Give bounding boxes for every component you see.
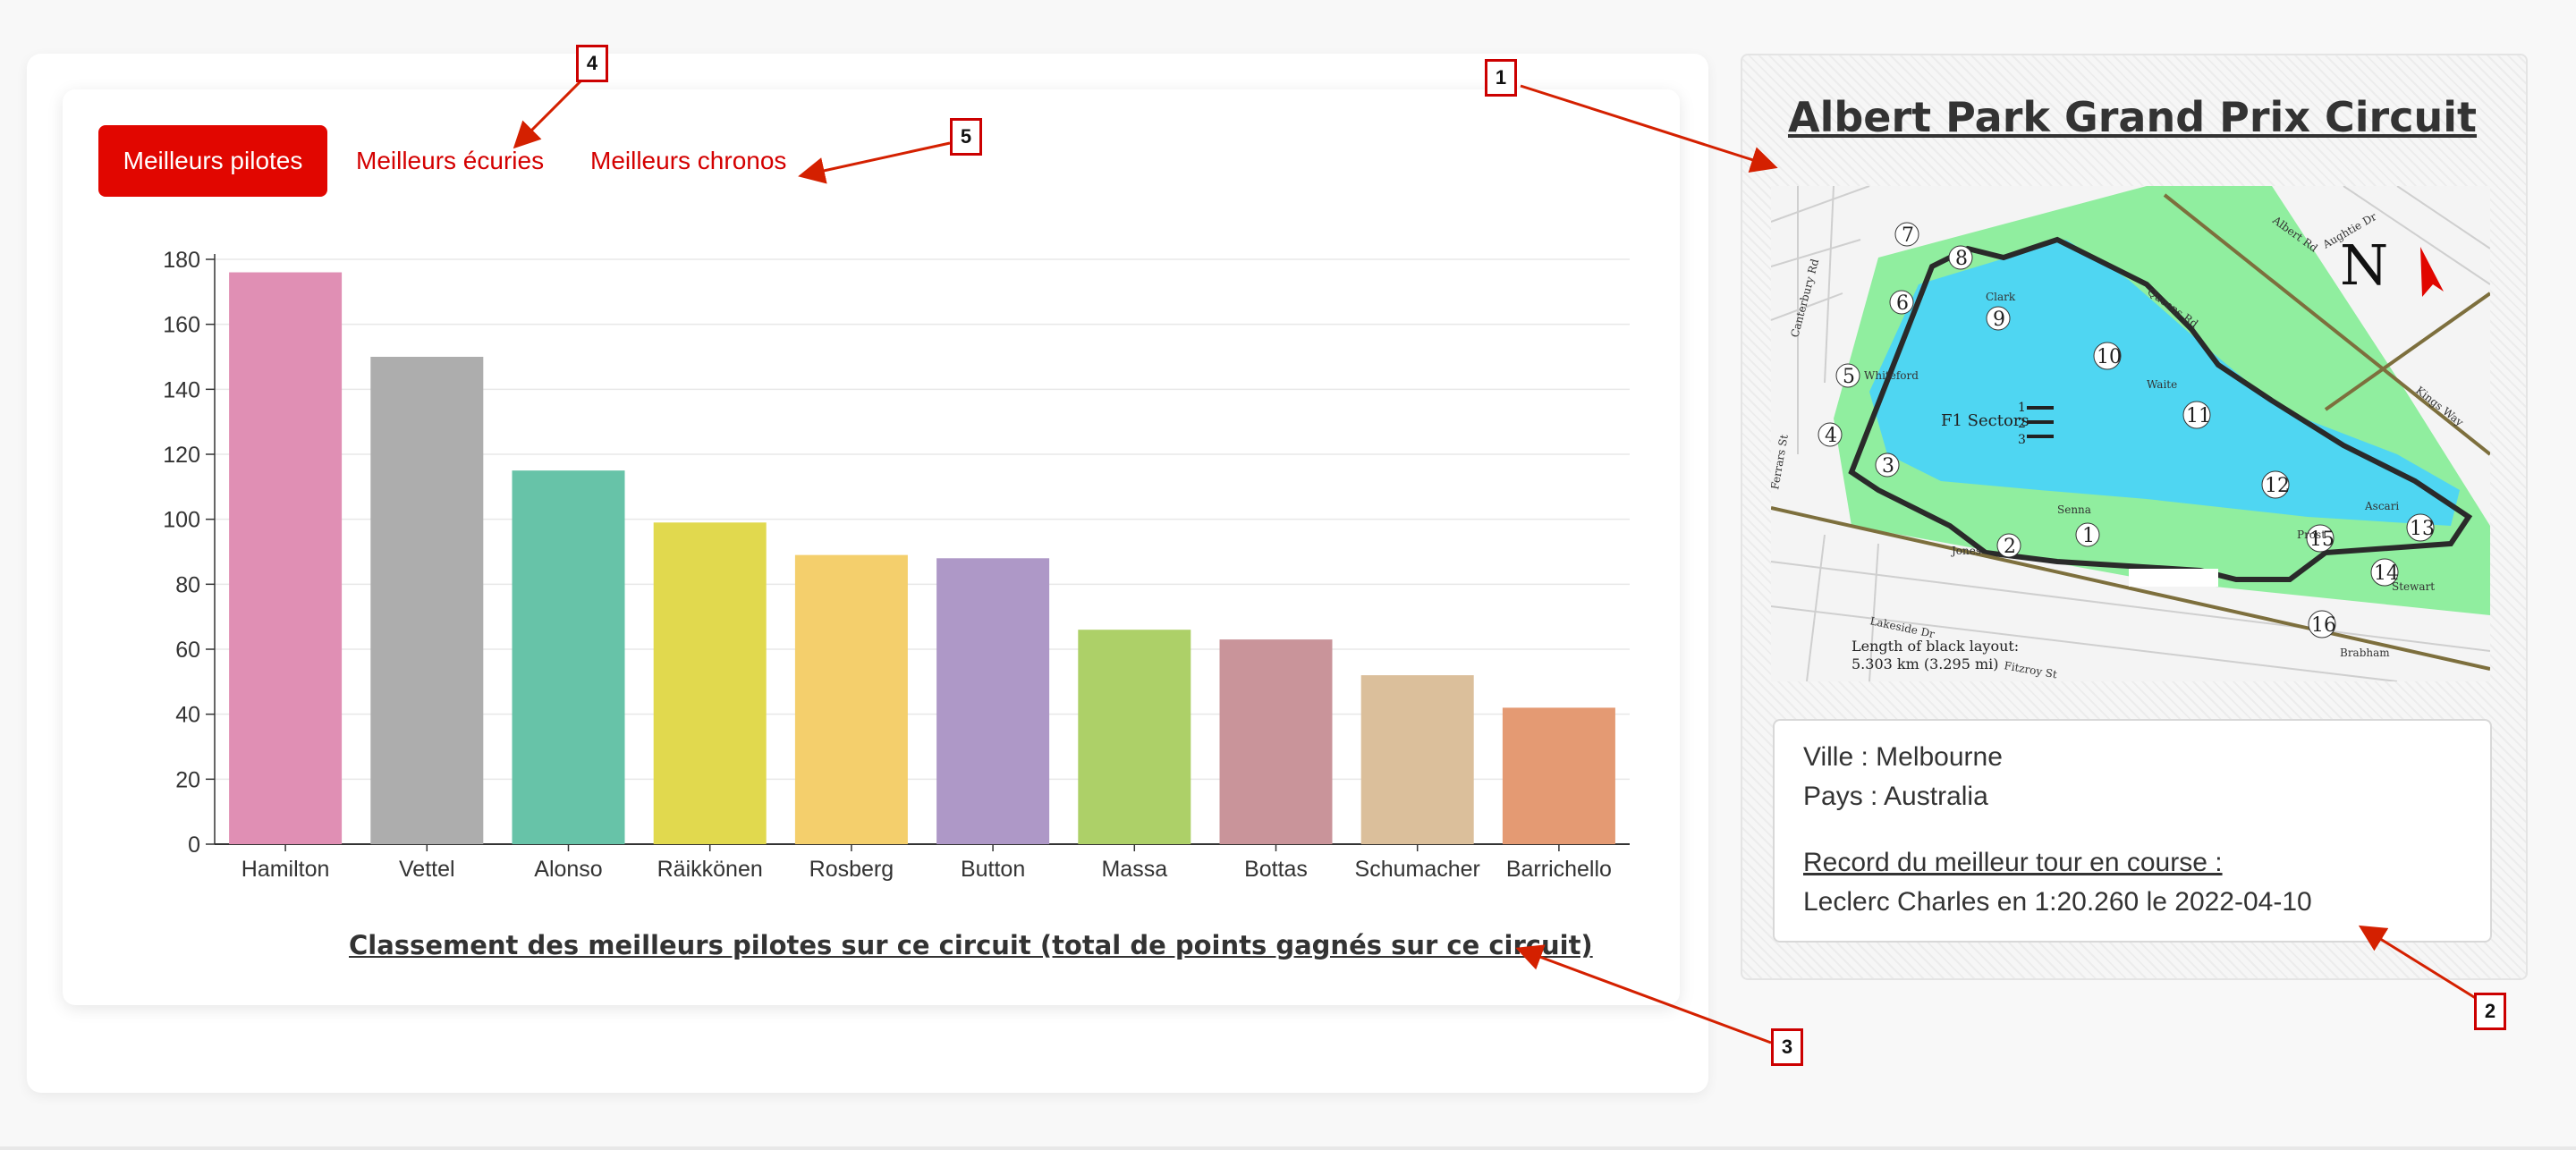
circuit-map: 1 2 3 4 5 6 7 8 9 10 11 12 13 14 15 16 N… (1771, 186, 2490, 681)
svg-text:Waite: Waite (2147, 378, 2177, 391)
bar (370, 357, 484, 844)
y-tick-label: 0 (188, 833, 200, 858)
x-tick-label: Räikkönen (657, 857, 763, 882)
y-tick-label: 80 (175, 572, 200, 597)
x-tick-label: Massa (1101, 857, 1167, 882)
svg-text:5: 5 (1843, 366, 1855, 388)
corner-6: 6 (1889, 290, 1914, 315)
bar (1360, 675, 1474, 844)
corner-1: 1 (2075, 522, 2100, 547)
corner-12: 12 (2261, 470, 2290, 499)
y-tick-label: 20 (175, 767, 200, 792)
svg-text:1: 1 (2018, 401, 2026, 415)
bar (512, 470, 625, 844)
y-tick-label: 120 (163, 443, 200, 468)
corner-5: 5 (1835, 363, 1860, 388)
svg-text:1: 1 (2082, 525, 2095, 547)
lap-record-label: Record du meilleur tour en course : (1803, 848, 2223, 877)
callout-5: 5 (950, 118, 982, 156)
svg-text:Prost: Prost (2297, 528, 2326, 541)
pit-building (2129, 569, 2218, 587)
svg-text:Jones: Jones (1950, 545, 1981, 557)
svg-text:10: 10 (2097, 346, 2122, 368)
circuit-info-box: Ville : Melbourne Pays : Australia Recor… (1773, 719, 2492, 943)
page-bottom-border (0, 1146, 2576, 1150)
x-tick-label: Schumacher (1355, 857, 1480, 882)
circuit-title: Albert Park Grand Prix Circuit (1787, 93, 2477, 141)
svg-text:6: 6 (1896, 292, 1909, 315)
bar (936, 558, 1050, 844)
callout-4: 4 (576, 45, 608, 82)
svg-text:Senna: Senna (2057, 503, 2091, 516)
sectors-label: F1 Sectors (1941, 411, 2029, 430)
svg-text:3: 3 (1882, 455, 1894, 478)
corner-16: 16 (2308, 610, 2336, 638)
bar (653, 522, 767, 844)
y-tick-label: 60 (175, 638, 200, 663)
corner-3: 3 (1875, 452, 1900, 478)
svg-text:12: 12 (2265, 475, 2290, 497)
svg-text:8: 8 (1955, 248, 1968, 270)
svg-text:Ascari: Ascari (2364, 500, 2399, 512)
layout-length-value: 5.303 km (3.295 mi) (1852, 655, 1999, 672)
x-tick-label: Button (961, 857, 1025, 882)
x-tick-label: Bottas (1244, 857, 1308, 882)
x-tick-label: Hamilton (242, 857, 330, 882)
svg-text:Brabham: Brabham (2340, 647, 2390, 659)
north-label: N (2340, 233, 2388, 298)
bar (1078, 630, 1191, 844)
y-tick-label: 40 (175, 703, 200, 728)
circuit-map-image: 1 2 3 4 5 6 7 8 9 10 11 12 13 14 15 16 N… (1771, 186, 2490, 681)
svg-text:Clark: Clark (1986, 291, 2016, 303)
corner-10: 10 (2093, 342, 2122, 370)
svg-text:Stewart: Stewart (2392, 580, 2435, 593)
bar (1219, 639, 1333, 844)
x-tick-label: Vettel (399, 857, 455, 882)
x-tick-label: Alonso (534, 857, 602, 882)
y-tick-label: 100 (163, 508, 200, 533)
bar (229, 272, 343, 844)
svg-text:Whiteford: Whiteford (1864, 369, 1919, 382)
x-tick-label: Barrichello (1506, 857, 1612, 882)
svg-text:4: 4 (1825, 425, 1837, 447)
callout-3: 3 (1771, 1028, 1803, 1066)
svg-text:16: 16 (2311, 614, 2336, 637)
corner-8: 8 (1948, 245, 1973, 270)
bar (794, 554, 908, 844)
svg-text:13: 13 (2410, 518, 2435, 540)
x-tick-label: Rosberg (809, 857, 894, 882)
chart-title: Classement des meilleurs pilotes sur ce … (349, 930, 1593, 960)
callout-1: 1 (1485, 59, 1517, 97)
corner-4: 4 (1818, 422, 1843, 447)
sector-numbers: 1 2 3 (2018, 401, 2026, 447)
bar (1502, 707, 1615, 844)
svg-text:9: 9 (1993, 309, 2005, 331)
corner-11: 11 (2182, 401, 2211, 429)
corner-9: 9 (1986, 306, 2011, 331)
callout-2: 2 (2474, 993, 2506, 1030)
svg-text:7: 7 (1902, 224, 1914, 247)
svg-text:3: 3 (2018, 433, 2026, 447)
y-tick-label: 180 (163, 248, 200, 273)
city-label: Ville : Melbourne (1803, 742, 2003, 772)
country-label: Pays : Australia (1803, 782, 1988, 811)
layout-length-label: Length of black layout: (1852, 638, 2019, 655)
corner-2: 2 (1996, 533, 2021, 558)
svg-text:11: 11 (2186, 405, 2211, 427)
corner-13: 13 (2406, 513, 2435, 542)
lap-record-value: Leclerc Charles en 1:20.260 le 2022-04-1… (1803, 887, 2312, 917)
y-tick-label: 140 (163, 377, 200, 402)
corner-7: 7 (1894, 222, 1919, 247)
svg-text:2: 2 (2004, 536, 2016, 558)
svg-text:2: 2 (2018, 417, 2026, 431)
y-tick-label: 160 (163, 313, 200, 338)
